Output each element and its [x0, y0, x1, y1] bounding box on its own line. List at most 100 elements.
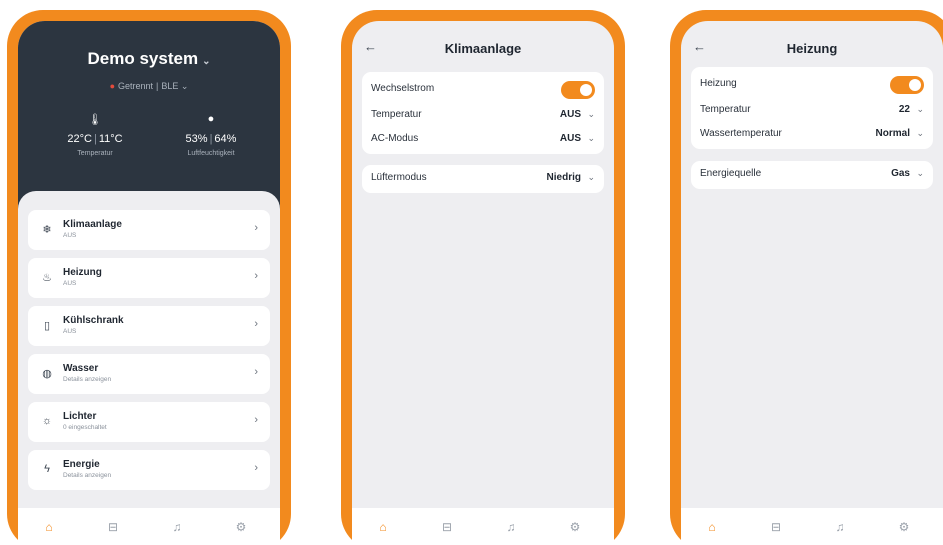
humidity-outside: 64% — [214, 133, 237, 145]
fan-settings-card: Lüftermodus Niedrig ⌄ — [362, 165, 604, 193]
phone-home-screen: Demo system ⌄ ● Getrennt | BLE ⌄ 🌡︎ 22°C | 11°… — [7, 10, 291, 545]
heizung-screen: ← Heizung Heizung Temperatur 22 ⌄ Wasser… — [681, 21, 943, 545]
humidity-label: Luftfeuchtigkeit — [187, 150, 235, 157]
bottom-nav: ⌂ ⊟ ♫ ⚙ — [681, 508, 943, 545]
energy-icon: ϟ — [44, 463, 50, 475]
device-name: Wasser — [63, 363, 99, 374]
temperature-label: Temperatur — [700, 104, 751, 115]
ac-settings-card: Wechselstrom Temperatur AUS ⌄ AC-Modus A… — [362, 72, 604, 154]
water-temp-label: Wassertemperatur — [700, 128, 782, 139]
chevron-right-icon: › — [254, 462, 258, 474]
device-card-heizung[interactable]: ♨ Heizung AUS › — [28, 258, 270, 298]
humidity-icon: ● — [207, 113, 215, 125]
chevron-down-icon: ⌄ — [587, 109, 595, 119]
device-card-wasser[interactable]: ◍ Wasser Details anzeigen › — [28, 354, 270, 394]
device-name: Heizung — [63, 267, 102, 278]
device-card-energie[interactable]: ϟ Energie Details anzeigen › — [28, 450, 270, 490]
ac-icon: ❄ — [42, 224, 52, 236]
ac-mode-row[interactable]: AC-Modus AUS ⌄ — [371, 131, 595, 149]
settings-icon[interactable]: ⚙ — [566, 520, 584, 534]
home-icon[interactable]: ⌂ — [374, 520, 392, 534]
top-bar: ← Klimaanlage — [352, 21, 614, 71]
power-label: Heizung — [700, 78, 737, 89]
device-name: Klimaanlage — [63, 219, 122, 230]
fan-mode-label: Lüftermodus — [371, 172, 427, 183]
temperature-value: AUS — [559, 109, 581, 120]
device-status: Details anzeigen — [63, 376, 112, 383]
page-title: Heizung — [786, 41, 838, 56]
ac-mode-value: AUS — [559, 133, 581, 144]
connection-status[interactable]: ● Getrennt | BLE ⌄ — [18, 81, 280, 92]
temperature-label: Temperatur — [371, 109, 422, 120]
power-label: Wechselstrom — [371, 83, 435, 94]
chevron-right-icon: › — [254, 414, 258, 426]
system-title: Demo system — [87, 49, 199, 68]
device-card-kuehlschrank[interactable]: ▯ Kühlschrank AUS › — [28, 306, 270, 346]
fridge-icon: ▯ — [43, 320, 51, 332]
chevron-down-icon: ⌄ — [916, 104, 924, 114]
chevron-down-icon: ⌄ — [202, 56, 211, 67]
heater-icon: ♨ — [42, 272, 52, 284]
chevron-right-icon: › — [254, 270, 258, 282]
temperature-row[interactable]: Temperatur 22 ⌄ — [700, 102, 924, 120]
energy-source-row[interactable]: Energiequelle Gas ⌄ — [700, 166, 924, 184]
device-card-klimaanlage[interactable]: ❄ Klimaanlage AUS › — [28, 210, 270, 250]
device-card-lichter[interactable]: ☼ Lichter 0 eingeschaltet › — [28, 402, 270, 442]
power-row: Wechselstrom — [371, 81, 595, 99]
home-screen: Demo system ⌄ ● Getrennt | BLE ⌄ 🌡︎ 22°C | 11°… — [18, 21, 280, 545]
bell-icon[interactable]: ♫ — [831, 520, 849, 534]
chevron-down-icon: ⌄ — [916, 128, 924, 138]
device-name: Energie — [63, 459, 100, 470]
home-icon[interactable]: ⌂ — [40, 520, 58, 534]
temperature-row[interactable]: Temperatur AUS ⌄ — [371, 107, 595, 125]
temperature-label: Temperatur — [77, 150, 113, 157]
vehicle-icon[interactable]: ⊟ — [767, 520, 785, 534]
home-icon[interactable]: ⌂ — [703, 520, 721, 534]
device-status: AUS — [63, 328, 77, 335]
system-selector[interactable]: Demo system ⌄ — [18, 49, 280, 69]
water-temp-value: Normal — [875, 128, 910, 139]
settings-icon[interactable]: ⚙ — [232, 520, 250, 534]
device-status: 0 eingeschaltet — [63, 424, 107, 431]
power-toggle[interactable] — [561, 81, 595, 99]
page-title: Klimaanlage — [444, 41, 522, 56]
chevron-down-icon: ⌄ — [587, 172, 595, 182]
humidity-stat: ● 53% | 64% Luftfeuchtigkeit — [156, 113, 266, 157]
chevron-down-icon: ⌄ — [587, 133, 595, 143]
fan-mode-row[interactable]: Lüftermodus Niedrig ⌄ — [371, 170, 595, 188]
water-icon: ◍ — [42, 368, 52, 380]
phone-heizung-screen: ← Heizung Heizung Temperatur 22 ⌄ Wasser… — [670, 10, 943, 545]
vehicle-icon[interactable]: ⊟ — [438, 520, 456, 534]
water-temp-row[interactable]: Wassertemperatur Normal ⌄ — [700, 126, 924, 144]
chevron-right-icon: › — [254, 366, 258, 378]
status-dot-icon: ● — [109, 81, 115, 91]
settings-icon[interactable]: ⚙ — [895, 520, 913, 534]
heater-settings-card: Heizung Temperatur 22 ⌄ Wassertemperatur… — [691, 67, 933, 149]
temp-outside: 11°C — [98, 133, 123, 145]
phone-klimaanlage-screen: ← Klimaanlage Wechselstrom Temperatur AU… — [341, 10, 625, 545]
temperature-value: 22 — [898, 104, 910, 115]
device-name: Lichter — [63, 411, 97, 422]
bottom-nav: ⌂ ⊟ ♫ ⚙ — [352, 508, 614, 545]
connection-type: BLE — [161, 81, 179, 91]
power-row: Heizung — [700, 76, 924, 94]
device-status: AUS — [63, 280, 77, 287]
chevron-down-icon: ⌄ — [916, 168, 924, 178]
system-header: Demo system ⌄ ● Getrennt | BLE ⌄ 🌡︎ 22°C | 11°… — [18, 21, 280, 216]
ac-mode-label: AC-Modus — [371, 133, 419, 144]
bell-icon[interactable]: ♫ — [168, 520, 186, 534]
status-text: Getrennt — [118, 81, 154, 91]
fan-mode-value: Niedrig — [546, 172, 581, 183]
light-icon: ☼ — [41, 415, 53, 427]
thermometer-icon: 🌡︎ — [88, 114, 102, 126]
bell-icon[interactable]: ♫ — [502, 520, 520, 534]
vehicle-icon[interactable]: ⊟ — [104, 520, 122, 534]
device-status: Details anzeigen — [63, 472, 112, 479]
power-toggle[interactable] — [890, 76, 924, 94]
energy-settings-card: Energiequelle Gas ⌄ — [691, 161, 933, 189]
top-bar: ← Heizung — [681, 21, 943, 71]
device-list: ❄ Klimaanlage AUS › ♨ Heizung AUS › ▯ Kü… — [18, 191, 280, 545]
temperature-stat: 🌡︎ 22°C | 11°C Temperatur — [40, 113, 150, 157]
chevron-down-icon: ⌄ — [178, 81, 189, 91]
device-status: AUS — [63, 232, 77, 239]
